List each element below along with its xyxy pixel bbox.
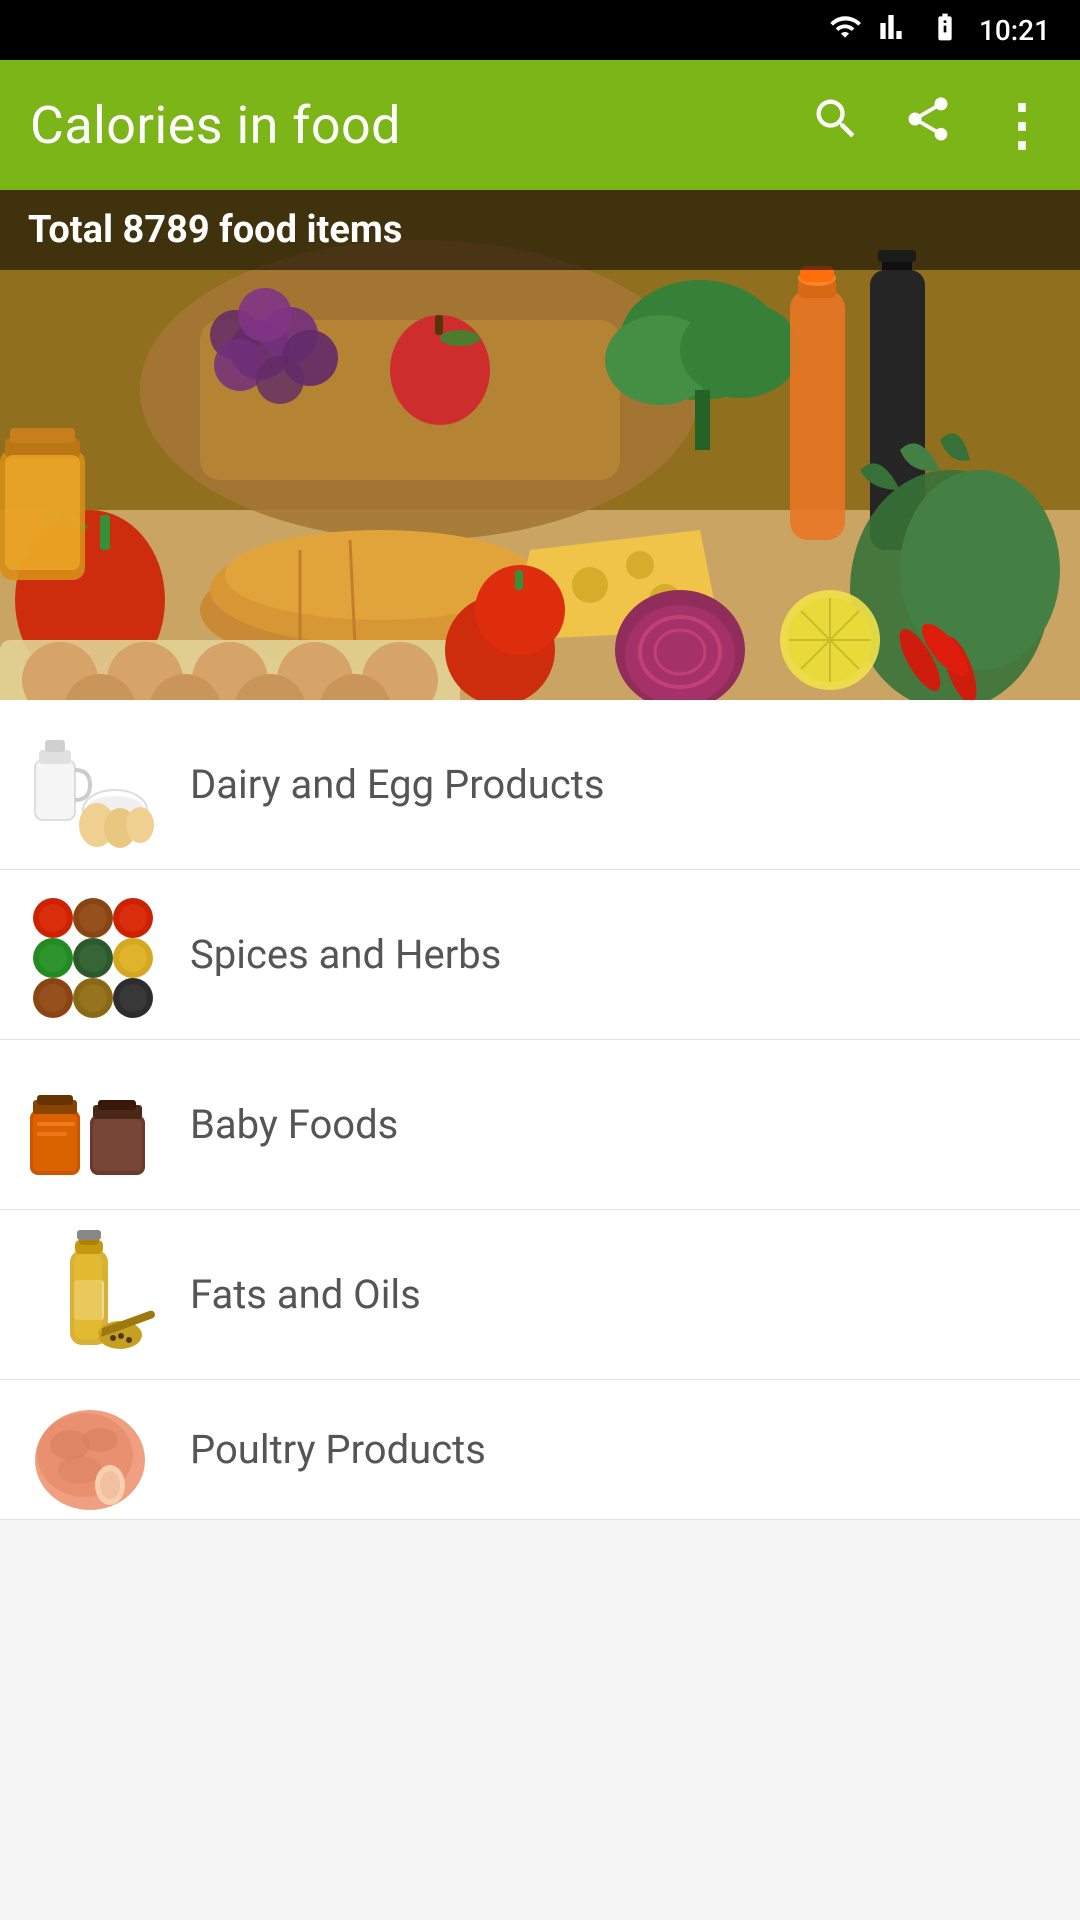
more-options-button[interactable]: ⋮ [994, 97, 1050, 153]
app-title: Calories in food [30, 95, 810, 156]
category-spices-label: Spices and Herbs [190, 931, 501, 978]
category-item-poultry[interactable]: Poultry Products [0, 1380, 1080, 1520]
poultry-thumb [20, 1380, 160, 1520]
hero-image: Total 8789 food items [0, 190, 1080, 700]
category-item-spices[interactable]: Spices and Herbs [0, 870, 1080, 1040]
category-dairy-label: Dairy and Egg Products [190, 761, 605, 808]
category-baby-label: Baby Foods [190, 1101, 398, 1148]
category-fats-label: Fats and Oils [190, 1271, 421, 1318]
category-poultry-label: Poultry Products [190, 1426, 486, 1473]
status-bar: 10:21 [0, 0, 1080, 60]
signal-icon [879, 11, 911, 49]
category-item-baby[interactable]: Baby Foods [0, 1040, 1080, 1210]
battery-icon [929, 11, 961, 49]
share-button[interactable] [902, 93, 954, 157]
spices-thumb [20, 885, 160, 1025]
total-count: Total 8789 food items [28, 208, 402, 252]
baby-thumb [20, 1055, 160, 1195]
fats-thumb [20, 1225, 160, 1365]
wifi-icon [829, 11, 861, 49]
status-time: 10:21 [979, 14, 1050, 47]
dairy-thumb [20, 715, 160, 855]
toolbar-actions: ⋮ [810, 93, 1050, 157]
total-badge: Total 8789 food items [0, 190, 1080, 270]
toolbar: Calories in food ⋮ [0, 60, 1080, 190]
category-item-fats[interactable]: Fats and Oils [0, 1210, 1080, 1380]
category-item-dairy[interactable]: Dairy and Egg Products [0, 700, 1080, 870]
search-button[interactable] [810, 93, 862, 157]
category-list: Dairy and Egg Products [0, 700, 1080, 1520]
